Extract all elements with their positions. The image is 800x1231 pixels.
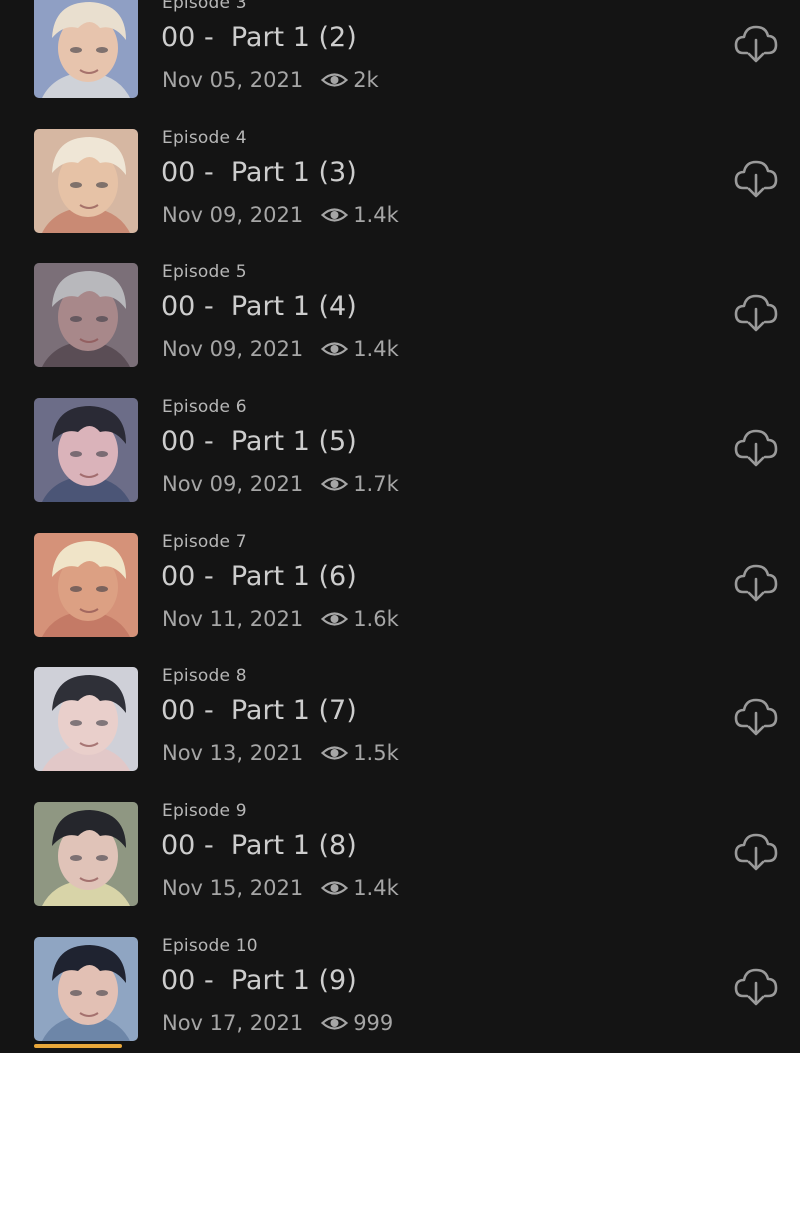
episode-thumbnail[interactable] [34, 936, 138, 1041]
episode-thumbnail[interactable] [34, 128, 138, 233]
release-date: Nov 09, 2021 [162, 202, 304, 227]
episode-title[interactable]: 00 - Part 1 (7) [161, 695, 357, 726]
episode-row[interactable]: Episode 7 00 - Part 1 (6) Nov 11, 2021 1.6k [0, 509, 800, 644]
view-count: 1.6k [353, 606, 399, 631]
cloud-download-icon[interactable] [733, 289, 779, 335]
episode-title[interactable]: 00 - Part 1 (5) [161, 426, 357, 457]
eye-icon [321, 475, 349, 493]
cloud-download-icon[interactable] [733, 155, 779, 201]
view-count: 999 [353, 1010, 394, 1035]
eye-icon [321, 744, 349, 762]
episode-thumbnail[interactable] [34, 802, 138, 907]
view-count: 1.4k [353, 876, 399, 901]
episode-row[interactable]: Episode 5 00 - Part 1 (4) Nov 09, 2021 1.4k [0, 239, 800, 374]
episode-row[interactable]: Episode 3 00 - Part 1 (2) Nov 05, 2021 2k [0, 0, 800, 105]
episode-title[interactable]: 00 - Part 1 (8) [161, 830, 357, 861]
episode-number: Episode 10 [162, 935, 258, 956]
cloud-download-icon[interactable] [733, 20, 779, 66]
episode-row[interactable]: Episode 6 00 - Part 1 (5) Nov 09, 2021 1.7k [0, 374, 800, 509]
episode-number: Episode 6 [162, 397, 247, 418]
episode-number: Episode 7 [162, 531, 247, 552]
release-date: Nov 09, 2021 [162, 337, 304, 362]
view-count: 1.4k [353, 202, 399, 227]
episode-thumbnail[interactable] [34, 667, 138, 772]
view-count: 1.4k [353, 337, 399, 362]
eye-icon [321, 610, 349, 628]
episode-row[interactable]: Episode 8 00 - Part 1 (7) Nov 13, 2021 1.5k [0, 643, 800, 778]
release-date: Nov 13, 2021 [162, 741, 304, 766]
view-count: 1.7k [353, 472, 399, 497]
episode-title[interactable]: 00 - Part 1 (4) [161, 291, 357, 322]
episode-thumbnail[interactable] [34, 532, 138, 637]
cloud-download-icon[interactable] [733, 693, 779, 739]
episode-list-screen: Episode 3 00 - Part 1 (2) Nov 05, 2021 2k Ep… [0, 0, 800, 1053]
episode-meta: Nov 09, 2021 1.7k [162, 472, 399, 496]
release-date: Nov 17, 2021 [162, 1010, 304, 1035]
release-date: Nov 05, 2021 [162, 68, 304, 92]
episode-meta: Nov 09, 2021 1.4k [162, 337, 399, 361]
episode-row[interactable]: Episode 4 00 - Part 1 (3) Nov 09, 2021 1.4k [0, 105, 800, 240]
episode-title[interactable]: 00 - Part 1 (3) [161, 157, 357, 188]
eye-icon [321, 879, 349, 897]
episode-title[interactable]: 00 - Part 1 (2) [161, 22, 357, 53]
release-date: Nov 11, 2021 [162, 606, 304, 631]
episode-meta: Nov 05, 2021 2k [162, 68, 379, 92]
episode-number: Episode 4 [162, 127, 247, 148]
episode-list: Episode 3 00 - Part 1 (2) Nov 05, 2021 2k Ep… [0, 0, 800, 1048]
episode-title[interactable]: 00 - Part 1 (6) [161, 561, 357, 592]
read-progress-bar [34, 1043, 123, 1048]
eye-icon [321, 1014, 349, 1032]
episode-title[interactable]: 00 - Part 1 (9) [161, 965, 357, 996]
episode-number: Episode 3 [162, 0, 247, 13]
eye-icon [321, 206, 349, 224]
episode-number: Episode 5 [162, 262, 247, 283]
episode-thumbnail[interactable] [34, 263, 138, 368]
episode-thumbnail[interactable] [34, 0, 138, 98]
cloud-download-icon[interactable] [733, 424, 779, 470]
cloud-download-icon[interactable] [733, 559, 779, 605]
episode-number: Episode 8 [162, 666, 247, 687]
episode-meta: Nov 15, 2021 1.4k [162, 876, 399, 900]
episode-row[interactable]: Episode 10 00 - Part 1 (9) Nov 17, 2021 999 [0, 913, 800, 1048]
episode-meta: Nov 17, 2021 999 [162, 1011, 393, 1035]
episode-meta: Nov 09, 2021 1.4k [162, 203, 399, 227]
release-date: Nov 09, 2021 [162, 472, 304, 497]
eye-icon [321, 340, 349, 358]
episode-meta: Nov 13, 2021 1.5k [162, 741, 399, 765]
view-count: 1.5k [353, 741, 399, 766]
release-date: Nov 15, 2021 [162, 876, 304, 901]
episode-meta: Nov 11, 2021 1.6k [162, 607, 399, 631]
eye-icon [321, 71, 349, 89]
episode-row[interactable]: Episode 9 00 - Part 1 (8) Nov 15, 2021 1.4k [0, 778, 800, 913]
episode-thumbnail[interactable] [34, 398, 138, 503]
view-count: 2k [353, 68, 379, 92]
cloud-download-icon[interactable] [733, 963, 779, 1009]
episode-number: Episode 9 [162, 801, 247, 822]
cloud-download-icon[interactable] [733, 828, 779, 874]
